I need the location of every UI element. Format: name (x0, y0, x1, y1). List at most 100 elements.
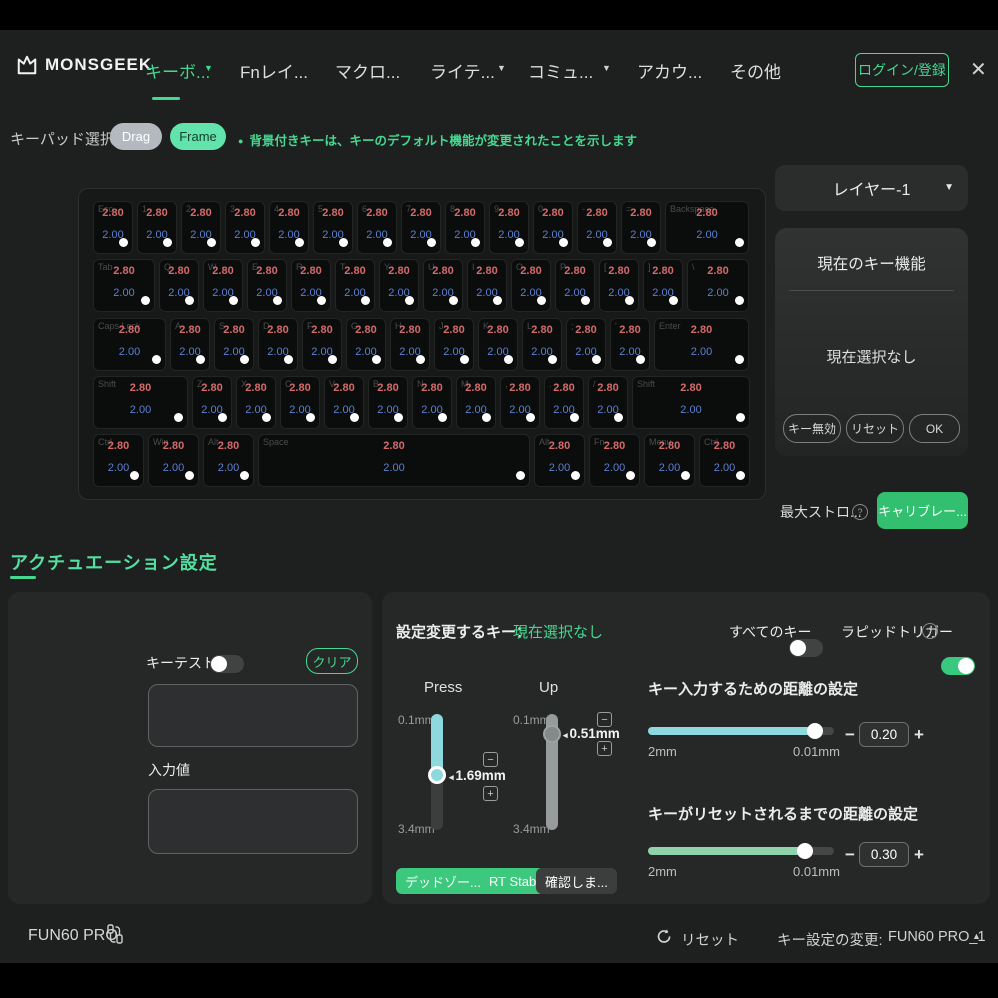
key-test-textarea[interactable] (148, 684, 358, 747)
key-z[interactable]: Z2.802.00 (192, 376, 232, 429)
key-f[interactable]: F2.802.00 (302, 318, 342, 371)
key-s[interactable]: S2.802.00 (214, 318, 254, 371)
key-l[interactable]: L2.802.00 (522, 318, 562, 371)
key-win[interactable]: Win2.802.00 (148, 434, 199, 487)
calibrate-button[interactable]: キャリブレー... (877, 492, 968, 529)
chevron-up-icon[interactable]: ▲ (972, 931, 981, 941)
key--[interactable]: ;2.802.00 (566, 318, 606, 371)
key-test-toggle[interactable] (210, 655, 244, 673)
key--[interactable]: \2.802.00 (687, 259, 749, 312)
key-5[interactable]: 52.802.00 (313, 201, 353, 254)
key--[interactable]: -2.802.00 (577, 201, 617, 254)
key--[interactable]: .2.802.00 (544, 376, 584, 429)
key-alt[interactable]: Alt2.802.00 (203, 434, 254, 487)
chevron-down-icon[interactable]: ▼ (204, 63, 213, 73)
close-icon[interactable]: ✕ (970, 57, 987, 82)
reset-distance-minus-button[interactable]: − (845, 845, 855, 865)
reset-key-button[interactable]: リセット (846, 414, 904, 443)
footer-reset-button[interactable]: リセット (681, 929, 739, 950)
key-d[interactable]: D2.802.00 (258, 318, 298, 371)
tab-lighting[interactable]: ライテ... (430, 58, 495, 83)
key-n[interactable]: N2.802.00 (412, 376, 452, 429)
press-distance-slider-thumb[interactable] (807, 723, 823, 739)
key-m[interactable]: M2.802.00 (456, 376, 496, 429)
key-b[interactable]: B2.802.00 (368, 376, 408, 429)
reset-distance-plus-button[interactable]: + (914, 845, 924, 865)
rapid-trigger-toggle[interactable] (941, 657, 975, 675)
key-v[interactable]: V2.802.00 (324, 376, 364, 429)
key--[interactable]: ,2.802.00 (500, 376, 540, 429)
key-esc[interactable]: Esc2.802.00 (93, 201, 133, 254)
key-g[interactable]: G2.802.00 (346, 318, 386, 371)
key-9[interactable]: 92.802.00 (489, 201, 529, 254)
key-space[interactable]: Space2.802.00 (258, 434, 530, 487)
help-icon[interactable]: ? (922, 623, 938, 639)
key-a[interactable]: A2.802.00 (170, 318, 210, 371)
key-tab[interactable]: Tab2.802.00 (93, 259, 155, 312)
key-4[interactable]: 42.802.00 (269, 201, 309, 254)
dead-zone-button[interactable]: デッドゾー... (396, 868, 490, 894)
key--[interactable]: '2.802.00 (610, 318, 650, 371)
login-register-button[interactable]: ログイン/登録 (855, 53, 949, 87)
key-2[interactable]: 22.802.00 (181, 201, 221, 254)
ok-button[interactable]: OK (909, 414, 960, 443)
key-caps-lock[interactable]: Caps Lock2.802.00 (93, 318, 166, 371)
reset-distance-value-input[interactable]: 0.30 (859, 842, 909, 867)
key-r[interactable]: R2.802.00 (291, 259, 331, 312)
up-slider-thumb[interactable] (543, 725, 561, 743)
reset-icon[interactable] (656, 928, 673, 950)
layer-dropdown[interactable]: レイヤー-1 ▼ (775, 165, 968, 211)
clear-button[interactable]: クリア (306, 648, 358, 674)
key-x[interactable]: X2.802.00 (236, 376, 276, 429)
key--[interactable]: [2.802.00 (599, 259, 639, 312)
key-j[interactable]: J2.802.00 (434, 318, 474, 371)
press-plus-button[interactable]: + (483, 786, 498, 801)
key-t[interactable]: T2.802.00 (335, 259, 375, 312)
confirm-button[interactable]: 確認しま... (536, 868, 617, 894)
key-ctrl[interactable]: Ctrl2.802.00 (93, 434, 144, 487)
chevron-down-icon[interactable]: ▼ (602, 63, 611, 73)
press-distance-minus-button[interactable]: − (845, 725, 855, 745)
frame-mode-button[interactable]: Frame (170, 123, 226, 150)
key-menu[interactable]: Menu2.802.00 (644, 434, 695, 487)
press-minus-button[interactable]: − (483, 752, 498, 767)
key-alt[interactable]: Alt2.802.00 (534, 434, 585, 487)
key--[interactable]: =2.802.00 (621, 201, 661, 254)
reset-distance-slider-thumb[interactable] (797, 843, 813, 859)
up-minus-button[interactable]: − (597, 712, 612, 727)
key-enter[interactable]: Enter2.802.00 (654, 318, 749, 371)
key-h[interactable]: H2.802.00 (390, 318, 430, 371)
drag-mode-button[interactable]: Drag (110, 123, 162, 150)
up-plus-button[interactable]: + (597, 741, 612, 756)
input-value-textarea[interactable] (148, 789, 358, 854)
key-i[interactable]: I2.802.00 (467, 259, 507, 312)
key-1[interactable]: 12.802.00 (137, 201, 177, 254)
key-7[interactable]: 72.802.00 (401, 201, 441, 254)
key-o[interactable]: O2.802.00 (511, 259, 551, 312)
tab-others[interactable]: その他 (730, 58, 781, 83)
tab-fn-layer[interactable]: Fnレイ... (240, 58, 308, 83)
help-icon[interactable]: ? (852, 504, 868, 520)
tab-community[interactable]: コミュ... (528, 58, 593, 83)
key-w[interactable]: W2.802.00 (203, 259, 243, 312)
disable-key-button[interactable]: キー無効 (783, 414, 841, 443)
key-e[interactable]: E2.802.00 (247, 259, 287, 312)
key-y[interactable]: Y2.802.00 (379, 259, 419, 312)
key-0[interactable]: 02.802.00 (533, 201, 573, 254)
key-shift[interactable]: Shift2.802.00 (93, 376, 188, 429)
tab-keyboard[interactable]: キーボ... (145, 58, 210, 83)
key-backspace[interactable]: Backspace2.802.00 (665, 201, 749, 254)
key-k[interactable]: K2.802.00 (478, 318, 518, 371)
key-6[interactable]: 62.802.00 (357, 201, 397, 254)
key-shift[interactable]: Shift2.802.00 (632, 376, 750, 429)
tab-macro[interactable]: マクロ... (335, 58, 400, 83)
press-slider-thumb[interactable] (428, 766, 446, 784)
key-u[interactable]: U2.802.00 (423, 259, 463, 312)
key-8[interactable]: 82.802.00 (445, 201, 485, 254)
press-distance-value-input[interactable]: 0.20 (859, 722, 909, 747)
tab-account[interactable]: アカウ... (637, 58, 702, 83)
key--[interactable]: /2.802.00 (588, 376, 628, 429)
key--[interactable]: ]2.802.00 (643, 259, 683, 312)
key-q[interactable]: Q2.802.00 (159, 259, 199, 312)
all-keys-toggle[interactable] (789, 639, 823, 657)
